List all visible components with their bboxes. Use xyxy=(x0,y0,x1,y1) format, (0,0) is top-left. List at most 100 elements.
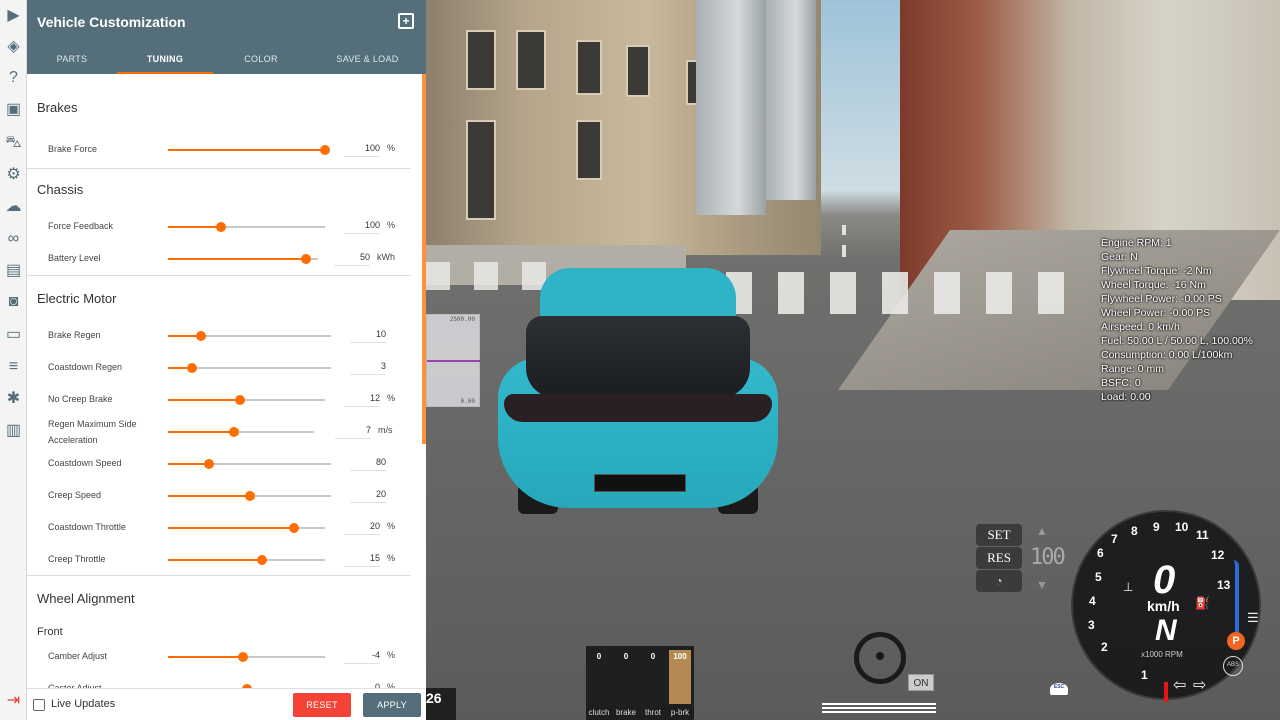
slider-thumb[interactable] xyxy=(238,652,249,662)
setting-value-input[interactable]: 3 xyxy=(350,361,386,375)
temperature-icon: ⊥ xyxy=(1123,580,1134,594)
setting-slider[interactable] xyxy=(168,427,314,437)
help-icon[interactable]: ? xyxy=(4,68,23,87)
rpm-tick-label: 3 xyxy=(1088,618,1095,632)
telemetry-line: Flywheel Torque: -2 Nm xyxy=(1101,265,1212,277)
camera-bag-icon[interactable]: ▣ xyxy=(4,100,23,119)
pedal-brake: 0 brake xyxy=(613,646,639,720)
setting-value-input[interactable]: -4 xyxy=(344,650,380,664)
setting-slider[interactable] xyxy=(168,491,331,501)
tuning-list[interactable]: Brakes Chassis Electric Motor Wheel Alig… xyxy=(27,74,426,688)
telemetry-line: Fuel: 50.00 L / 50.00 L, 100.00% xyxy=(1101,335,1253,347)
graph-max-label: 2500.00 xyxy=(449,316,475,323)
setting-value-input[interactable]: 15 xyxy=(344,553,380,567)
setting-value-input[interactable]: 10 xyxy=(350,329,386,343)
cruise-res-button[interactable]: RES xyxy=(976,547,1022,569)
photo-camera-icon[interactable]: ◙ xyxy=(4,292,23,311)
live-updates-checkbox[interactable] xyxy=(33,699,45,711)
slider-thumb[interactable] xyxy=(257,555,268,565)
slider-thumb[interactable] xyxy=(235,395,246,405)
setting-slider[interactable] xyxy=(168,145,330,155)
setting-label: Coastdown Regen xyxy=(48,362,123,372)
cruise-set-button[interactable]: SET xyxy=(976,524,1022,546)
tab-save-load[interactable]: SAVE & LOAD xyxy=(309,44,426,74)
slider-thumb[interactable] xyxy=(216,222,227,232)
reset-button[interactable]: RESET xyxy=(293,693,351,717)
setting-value-input[interactable]: 20 xyxy=(344,521,380,535)
tab-color[interactable]: COLOR xyxy=(213,44,309,74)
rpm-tick-label: 13 xyxy=(1217,578,1231,592)
setting-value-input[interactable]: 12 xyxy=(344,393,380,407)
setting-slider[interactable] xyxy=(168,363,331,373)
setting-slider[interactable] xyxy=(168,222,325,232)
speed-limiter-icon[interactable]: ◔ xyxy=(976,570,1022,592)
play-icon[interactable]: ▶ xyxy=(4,6,23,25)
settings-box-icon[interactable]: ⚙ xyxy=(4,165,23,184)
live-updates-label: Live Updates xyxy=(51,698,116,710)
subsection-front: Front xyxy=(37,626,63,638)
pedal-inputs: 0 clutch 0 brake 0 throt 100 p-brk xyxy=(586,646,694,720)
film-icon[interactable]: ▤ xyxy=(4,261,23,280)
slider-thumb[interactable] xyxy=(288,523,299,533)
exit-icon[interactable]: ⇥ xyxy=(4,691,23,710)
divider xyxy=(27,575,411,576)
infinity-icon[interactable]: ∞ xyxy=(4,229,23,248)
sliders-icon[interactable]: ≡ xyxy=(4,357,23,376)
rpm-tick-label: 4 xyxy=(1089,594,1096,608)
apply-button[interactable]: APPLY xyxy=(363,693,421,717)
slider-fill xyxy=(168,527,294,529)
setting-unit: kWh xyxy=(377,252,395,262)
slider-thumb[interactable] xyxy=(301,254,311,264)
slider-thumb[interactable] xyxy=(244,491,255,501)
telemetry-line: Range: 0 mm xyxy=(1101,363,1165,375)
sidebar: ▶ ◈ ? ▣ ⛍ ⚙ ☁ ∞ ▤ ◙ ▭ ≡ ✱ ▥ ⇥ xyxy=(0,0,27,720)
tab-tuning[interactable]: TUNING xyxy=(117,44,213,74)
window-icon[interactable]: ▭ xyxy=(4,325,23,344)
turn-right-icon: ⇨ xyxy=(1193,677,1207,694)
car-icon[interactable]: ⛍ xyxy=(4,133,23,152)
setting-slider[interactable] xyxy=(168,459,331,469)
setting-value-input[interactable]: 100 xyxy=(344,220,380,234)
setting-slider[interactable] xyxy=(168,331,331,341)
setting-slider[interactable] xyxy=(168,652,325,662)
on-badge[interactable]: ON xyxy=(908,674,934,691)
corner-readout: 26 xyxy=(426,688,456,720)
setting-value-input[interactable]: 7 xyxy=(335,425,371,439)
slider-fill xyxy=(168,226,222,228)
section-brakes: Brakes xyxy=(37,100,78,115)
slider-thumb[interactable] xyxy=(203,459,214,469)
scrollbar[interactable] xyxy=(422,74,426,444)
setting-label: Battery Level xyxy=(48,253,101,263)
setting-value-input[interactable]: 80 xyxy=(350,457,386,471)
rpm-tick-label: 5 xyxy=(1095,570,1102,584)
bug-icon[interactable]: ✱ xyxy=(4,389,23,408)
rpm-label: x1000 RPM xyxy=(1141,650,1183,659)
section-chassis: Chassis xyxy=(37,182,84,197)
layers-icon[interactable]: ◈ xyxy=(4,37,23,56)
setting-value-input[interactable]: 100 xyxy=(344,143,380,157)
cruise-up-icon[interactable]: ▲ xyxy=(1036,524,1048,538)
setting-slider[interactable] xyxy=(168,395,325,405)
setting-slider[interactable] xyxy=(168,523,325,533)
slider-thumb[interactable] xyxy=(195,331,206,341)
setting-label: Coastdown Speed xyxy=(48,458,122,468)
cloud-icon[interactable]: ☁ xyxy=(4,197,23,216)
tab-parts[interactable]: PARTS xyxy=(27,44,117,74)
setting-unit: % xyxy=(387,650,396,660)
add-window-icon[interactable]: + xyxy=(398,13,414,29)
bar-chart-icon[interactable]: ▥ xyxy=(4,421,23,440)
cruise-down-icon[interactable]: ▼ xyxy=(1036,578,1048,592)
telemetry-readout: Engine RPM: 1 Gear: N Flywheel Torque: -2 … xyxy=(1101,236,1253,404)
setting-slider[interactable] xyxy=(168,254,318,264)
rpm-tick-label: 8 xyxy=(1131,524,1138,538)
setting-slider[interactable] xyxy=(168,555,325,565)
slider-fill xyxy=(168,399,241,401)
slider-thumb[interactable] xyxy=(187,363,198,373)
redline-arc xyxy=(1233,560,1239,640)
pedal-label: throt xyxy=(644,708,661,717)
setting-value-input[interactable]: 20 xyxy=(350,489,386,503)
slider-thumb[interactable] xyxy=(320,145,330,155)
speedometer: 1 2 3 4 5 6 7 8 9 10 11 12 13 0 km/h N x1000 RPM P A… xyxy=(1071,510,1261,710)
setting-value-input[interactable]: 50 xyxy=(334,252,370,266)
slider-thumb[interactable] xyxy=(228,427,239,437)
